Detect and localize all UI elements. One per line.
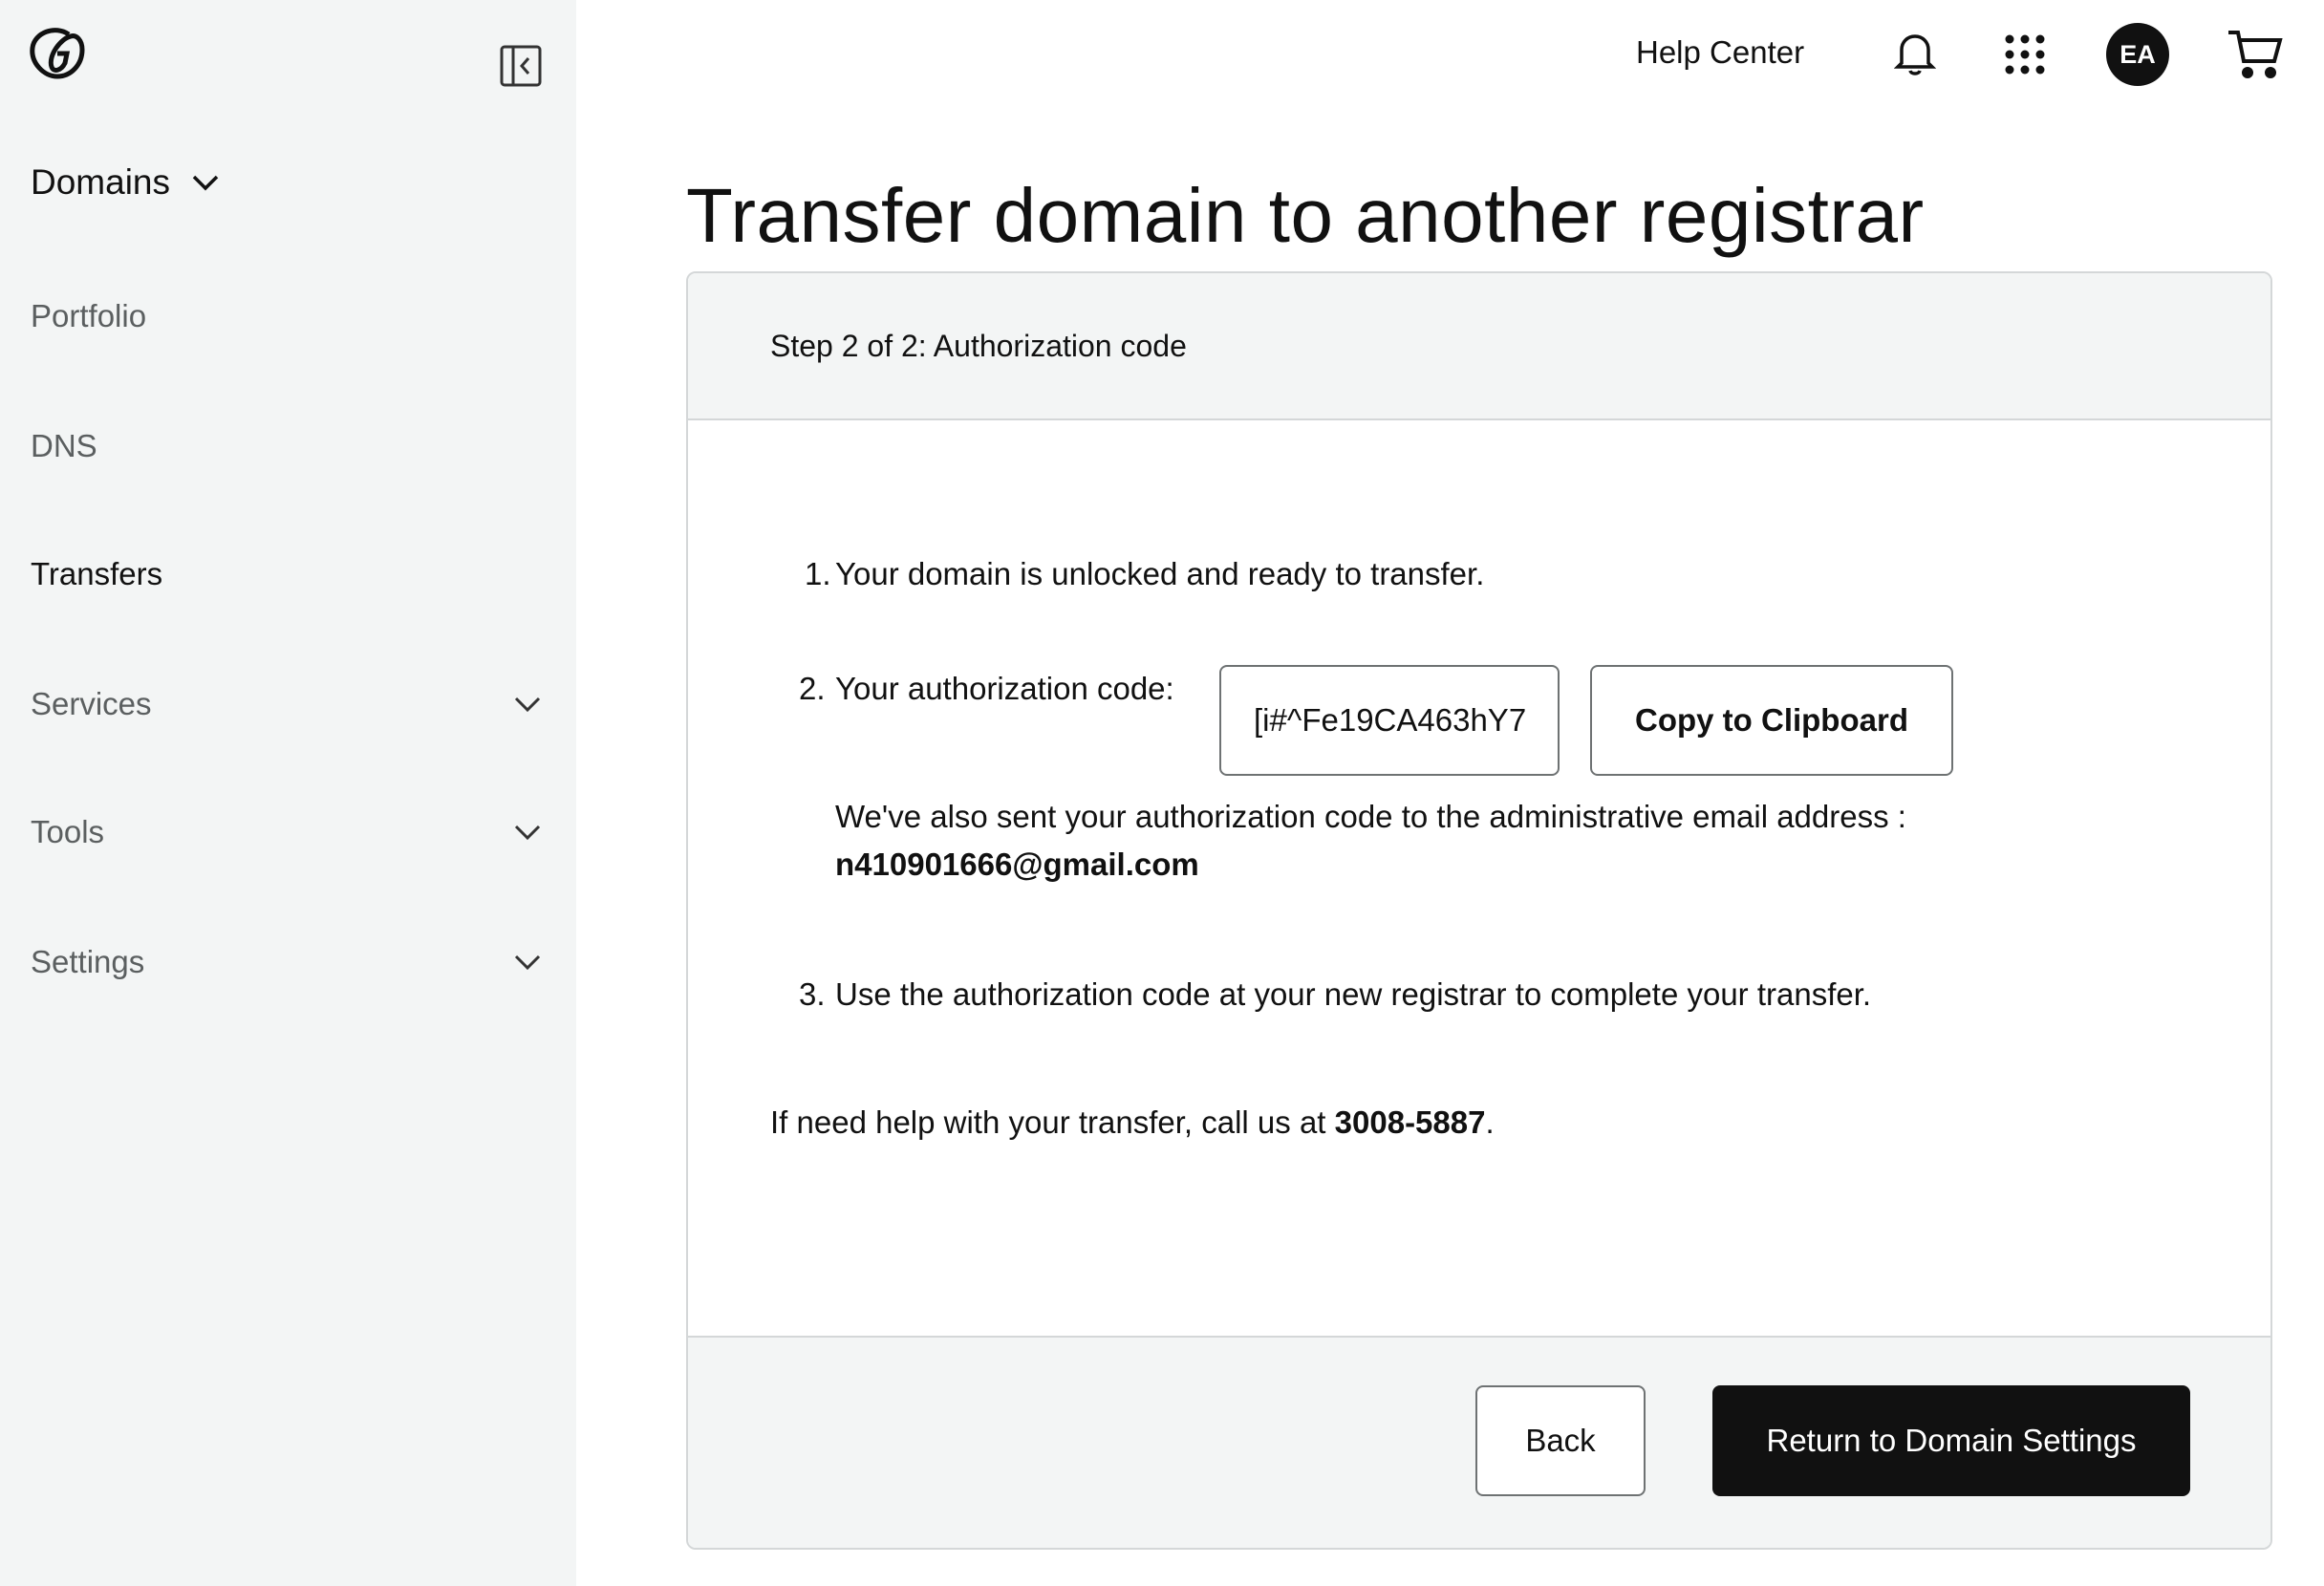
help-center-link[interactable]: Help Center: [1636, 34, 1804, 71]
step-number: 3.: [799, 976, 826, 1012]
transfer-card: Step 2 of 2: Authorization code 1. Your …: [686, 271, 2272, 1550]
sidebar-item-label: Services: [31, 686, 152, 721]
apps-grid-icon[interactable]: [2005, 34, 2045, 79]
sidebar-collapse-icon[interactable]: [499, 44, 543, 88]
nav-heading-domains[interactable]: Domains: [31, 162, 220, 203]
step-text: Your authorization code:: [835, 671, 1174, 706]
avatar-initials: EA: [2120, 39, 2156, 69]
sidebar-item-tools[interactable]: Tools: [31, 814, 545, 850]
card-header: Step 2 of 2: Authorization code: [688, 273, 2270, 420]
auth-code-value: [i#^Fe19CA463hY7: [1254, 702, 1527, 738]
chevron-down-icon: [514, 954, 541, 971]
sidebar-item-label: DNS: [31, 428, 97, 463]
sidebar-item-label: Portfolio: [31, 298, 147, 333]
email-note-text: We've also sent your authorization code …: [835, 799, 1906, 834]
return-to-domain-settings-button[interactable]: Return to Domain Settings: [1712, 1385, 2190, 1496]
page-title: Transfer domain to another registrar: [686, 173, 1925, 258]
sidebar-item-label: Transfers: [31, 556, 163, 591]
help-line: If need help with your transfer, call us…: [770, 1104, 1495, 1141]
back-button[interactable]: Back: [1475, 1385, 1646, 1496]
sidebar: Domains Portfolio DNS Transfers Services…: [0, 0, 576, 1586]
chevron-down-icon: [192, 175, 219, 191]
step-text: Your domain is unlocked and ready to tra…: [835, 556, 1485, 591]
step-label: Step 2 of 2: Authorization code: [770, 329, 1187, 363]
bell-icon[interactable]: [1893, 31, 1937, 81]
godaddy-logo-icon[interactable]: [27, 25, 88, 80]
chevron-down-icon: [514, 697, 541, 713]
sidebar-item-label: Tools: [31, 814, 105, 849]
sidebar-item-portfolio[interactable]: Portfolio: [31, 298, 545, 334]
admin-email: n410901666@gmail.com: [835, 847, 1199, 882]
email-note: We've also sent your authorization code …: [835, 793, 2011, 889]
sidebar-item-dns[interactable]: DNS: [31, 428, 545, 464]
auth-code-field[interactable]: [i#^Fe19CA463hY7: [1219, 665, 1560, 776]
card-footer: Back Return to Domain Settings: [688, 1336, 2270, 1548]
help-text: If need help with your transfer, call us…: [770, 1104, 1326, 1140]
chevron-down-icon: [514, 825, 541, 841]
sidebar-item-label: Settings: [31, 944, 145, 979]
step-text: Use the authorization code at your new r…: [835, 976, 1872, 1012]
copy-to-clipboard-button[interactable]: Copy to Clipboard: [1590, 665, 1953, 776]
help-phone: 3008-5887: [1334, 1104, 1486, 1140]
sidebar-item-settings[interactable]: Settings: [31, 944, 545, 980]
nav-heading-label: Domains: [31, 162, 170, 202]
step-number: 1.: [805, 556, 831, 591]
step-number: 2.: [799, 671, 826, 706]
sidebar-item-services[interactable]: Services: [31, 686, 545, 722]
help-suffix: .: [1485, 1104, 1495, 1140]
avatar[interactable]: EA: [2106, 23, 2169, 86]
cart-icon[interactable]: [2227, 29, 2284, 85]
sidebar-item-transfers[interactable]: Transfers: [31, 556, 545, 592]
